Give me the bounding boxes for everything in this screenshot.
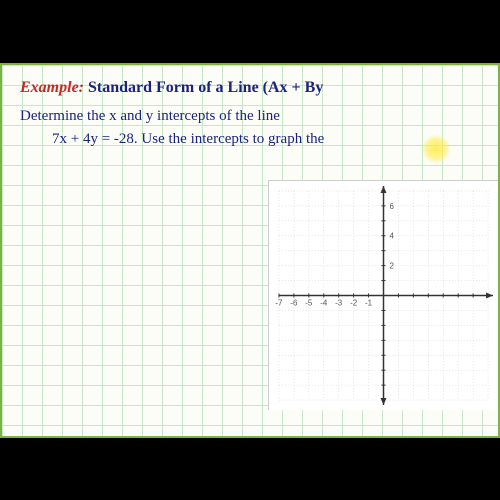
graph-svg: -7 -6 -5 -4 -3 -2 -1 2 4 6	[269, 181, 498, 410]
x-arrow-right	[486, 292, 493, 298]
slide-content: Example: Standard Form of a Line (Ax + B…	[2, 65, 498, 436]
svg-text:6: 6	[389, 201, 394, 210]
example-label: Example:	[20, 79, 84, 96]
equation-text: 7x + 4y = -28.	[52, 131, 138, 147]
svg-text:-5: -5	[305, 298, 313, 307]
title-row: Example: Standard Form of a Line (Ax + B…	[20, 79, 490, 97]
svg-text:-6: -6	[290, 298, 298, 307]
cursor-highlight	[422, 135, 450, 163]
svg-text:-3: -3	[335, 298, 343, 307]
svg-text:-1: -1	[365, 298, 373, 307]
y-arrow-up	[381, 185, 387, 192]
question-line-2: 7x + 4y = -28. Use the intercepts to gra…	[20, 131, 490, 148]
coordinate-plane: -7 -6 -5 -4 -3 -2 -1 2 4 6	[268, 180, 498, 410]
question-rest: Use the intercepts to graph the	[138, 131, 325, 147]
question-line-1: Determine the x and y intercepts of the …	[20, 105, 490, 128]
title-heading: Standard Form of a Line (Ax + By	[88, 79, 323, 96]
y-arrow-down	[381, 398, 387, 405]
svg-text:-7: -7	[275, 298, 283, 307]
svg-text:2: 2	[389, 261, 394, 270]
slide-canvas: Example: Standard Form of a Line (Ax + B…	[0, 63, 500, 438]
svg-text:-2: -2	[350, 298, 358, 307]
svg-text:-4: -4	[320, 298, 328, 307]
svg-text:4: 4	[389, 231, 394, 240]
